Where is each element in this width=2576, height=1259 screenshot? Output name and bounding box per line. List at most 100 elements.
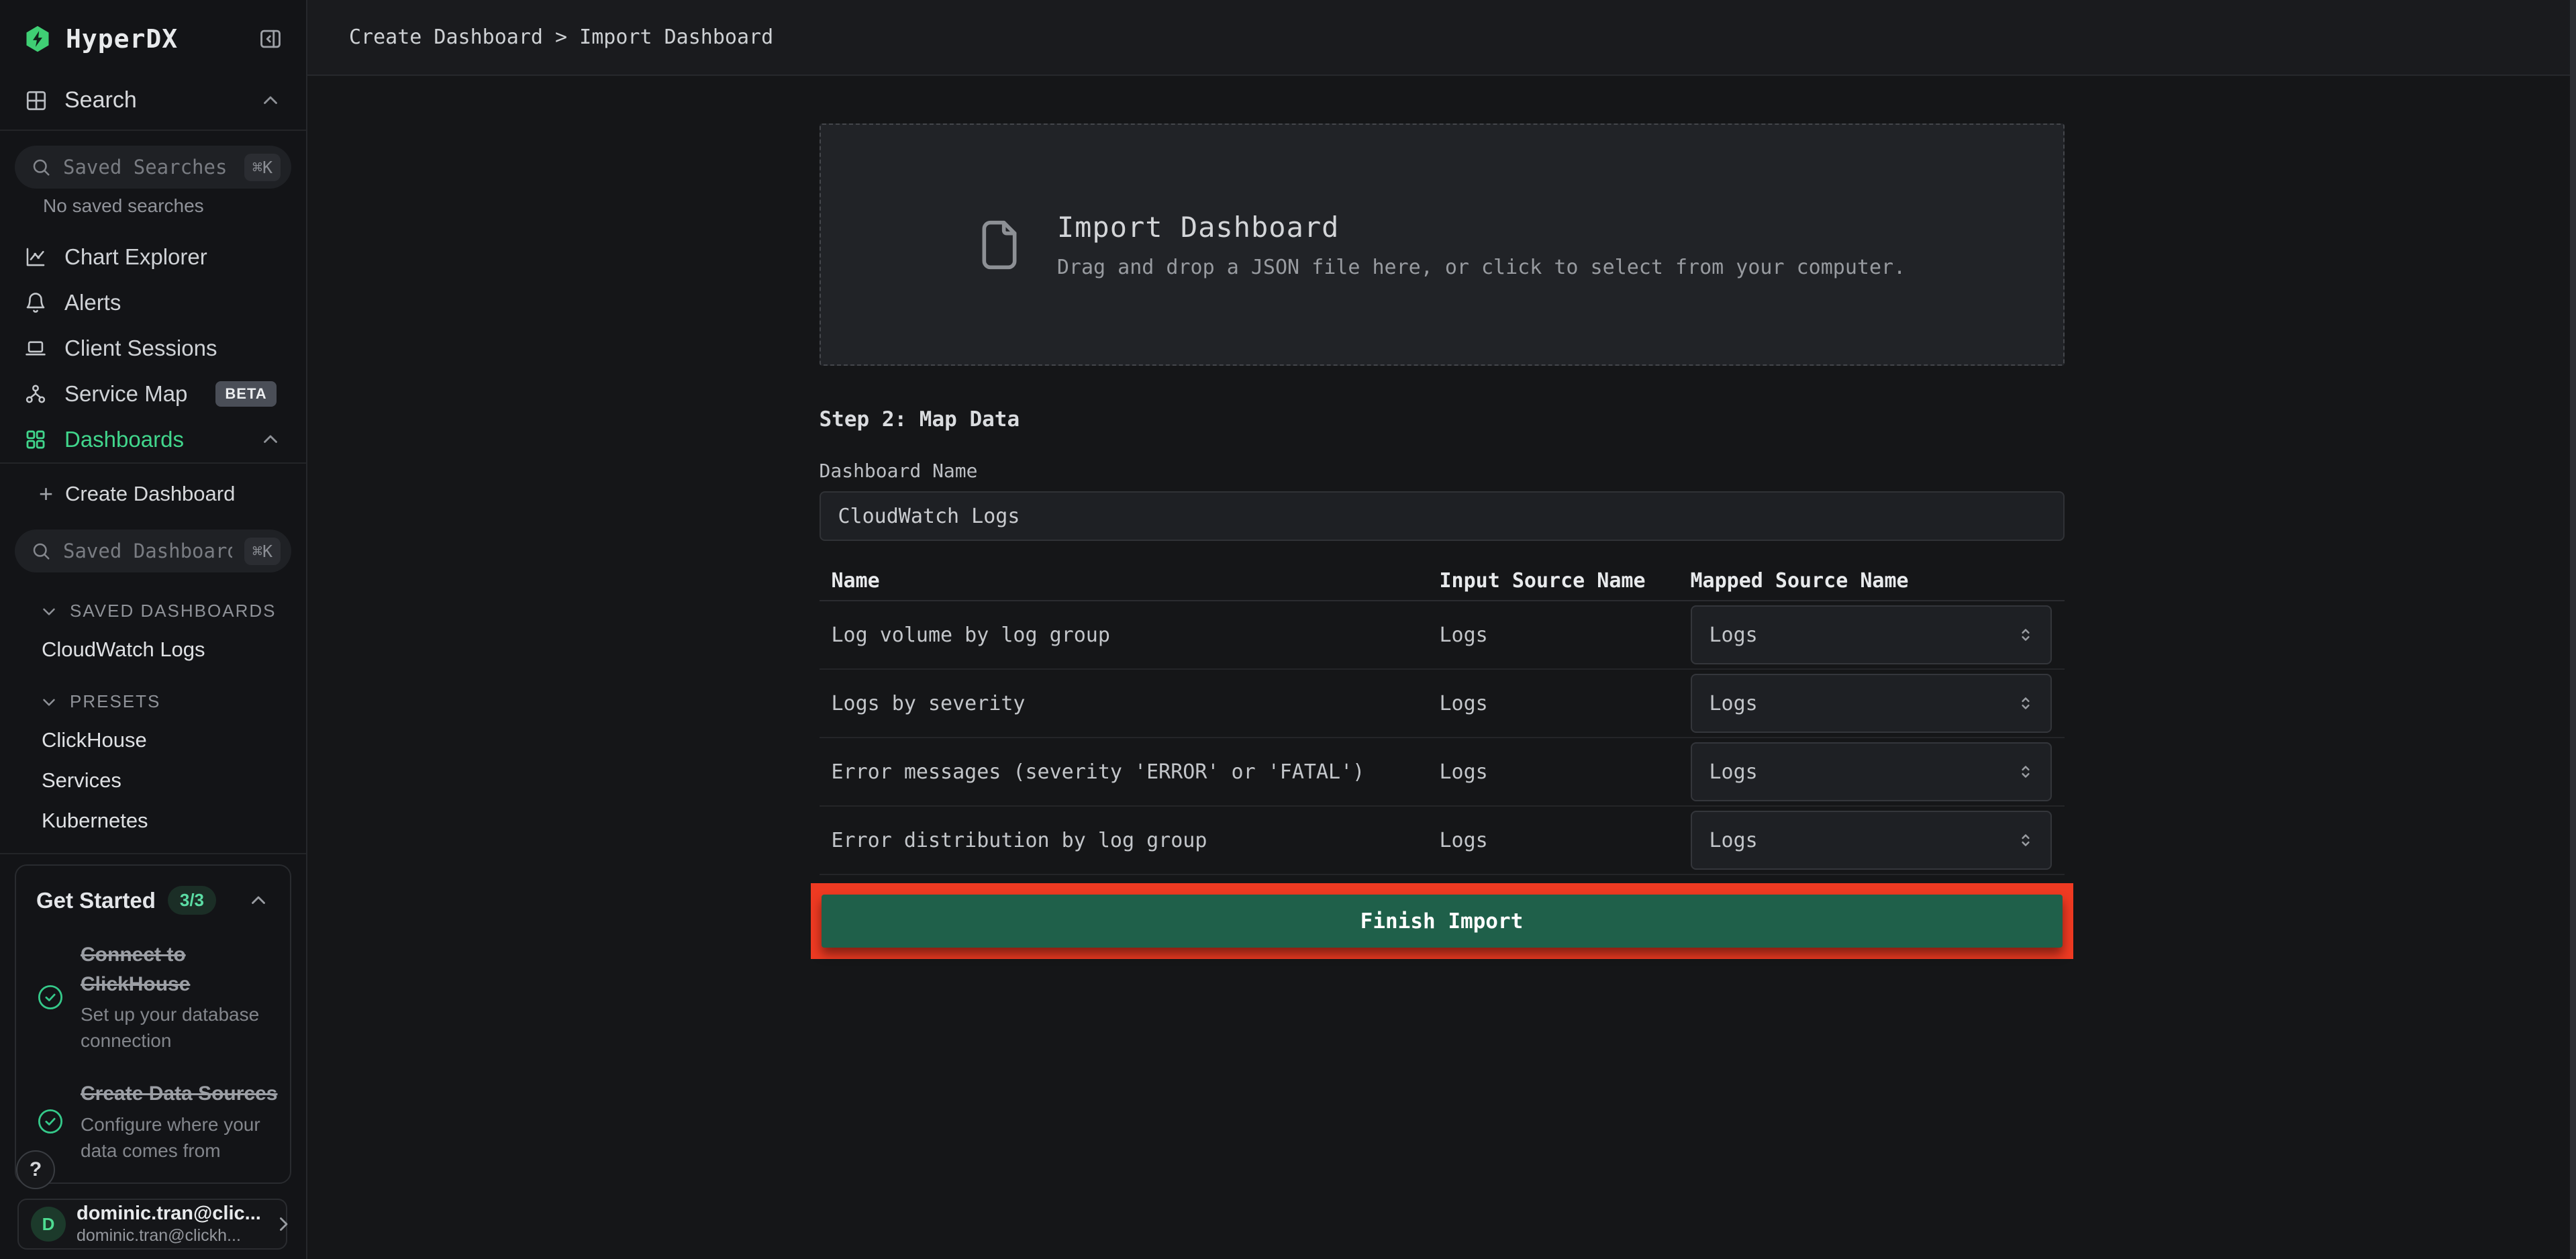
sidebar-preset-clickhouse[interactable]: ClickHouse xyxy=(0,720,306,760)
selected-value: Logs xyxy=(1710,829,1758,852)
sidebar-item-dashboards[interactable]: Dashboards xyxy=(0,417,306,462)
get-started-item-sources[interactable]: Create Data Sources Configure where your… xyxy=(36,1079,270,1164)
column-header-input-source: Input Source Name xyxy=(1440,569,1691,593)
divider xyxy=(0,130,306,131)
get-started-header[interactable]: Get Started 3/3 xyxy=(36,886,270,915)
chart-name-cell: Error distribution by log group xyxy=(820,829,1440,852)
hyperdx-logo-icon xyxy=(23,24,52,54)
chevron-down-icon xyxy=(39,692,59,712)
table-row: Error messages (severity 'ERROR' or 'FAT… xyxy=(820,738,2065,807)
mapped-source-select[interactable]: Logs xyxy=(1691,811,2052,870)
sidebar-dashboard-cloudwatch-logs[interactable]: CloudWatch Logs xyxy=(0,630,306,670)
step-desc: Configure where your data comes from xyxy=(81,1111,275,1164)
shortcut-badge: ⌘K xyxy=(244,154,281,181)
user-email: dominic.tran@clickh... xyxy=(77,1226,261,1246)
finish-import-button[interactable]: Finish Import xyxy=(822,895,2063,948)
group-label: PRESETS xyxy=(70,691,160,712)
annotation-highlight: Finish Import xyxy=(811,883,2073,959)
create-dashboard-label: Create Dashboard xyxy=(65,482,235,506)
mapped-source-select[interactable]: Logs xyxy=(1691,674,2052,733)
app-window: HyperDX Search ⌘K No saved searches xyxy=(0,0,2576,1259)
chevron-up-icon xyxy=(259,89,282,112)
create-dashboard-button[interactable]: + Create Dashboard xyxy=(0,473,306,515)
selected-value: Logs xyxy=(1710,692,1758,715)
chevron-down-icon xyxy=(39,601,59,621)
dashboard-name-label: Dashboard Name xyxy=(820,460,2065,482)
page-scrollbar[interactable] xyxy=(2570,0,2576,1259)
step-title: Create Data Sources xyxy=(81,1079,282,1109)
sidebar-item-label: Client Sessions xyxy=(64,336,217,361)
main-content: Import Dashboard Drag and drop a JSON fi… xyxy=(307,76,2576,1259)
sidebar-item-service-map[interactable]: Service Map BETA xyxy=(0,371,306,417)
table-row: Log volume by log group Logs Logs xyxy=(820,601,2065,670)
breadcrumb: Create Dashboard > Import Dashboard xyxy=(349,26,773,49)
chart-name-cell: Error messages (severity 'ERROR' or 'FAT… xyxy=(820,760,1440,784)
step-title: Connect to ClickHouse xyxy=(81,940,248,999)
sidebar: HyperDX Search ⌘K No saved searches xyxy=(0,0,307,1259)
user-name: dominic.tran@clic... xyxy=(77,1203,261,1225)
group-saved-dashboards[interactable]: SAVED DASHBOARDS xyxy=(0,579,306,630)
sidebar-item-client-sessions[interactable]: Client Sessions xyxy=(0,325,306,371)
sidebar-preset-kubernetes[interactable]: Kubernetes xyxy=(0,801,306,841)
beta-badge: BETA xyxy=(215,381,276,407)
get-started-title: Get Started xyxy=(36,888,156,913)
input-source-cell: Logs xyxy=(1440,829,1691,852)
table-header-row: Name Input Source Name Mapped Source Nam… xyxy=(820,561,2065,601)
input-source-cell: Logs xyxy=(1440,623,1691,647)
sidebar-item-alerts[interactable]: Alerts xyxy=(0,280,306,325)
sidebar-collapse-icon[interactable] xyxy=(258,26,283,52)
sidebar-section-search[interactable]: Search xyxy=(0,71,306,130)
progress-badge: 3/3 xyxy=(168,886,216,915)
chart-name-cell: Logs by severity xyxy=(820,692,1440,715)
no-saved-searches-note: No saved searches xyxy=(43,195,306,217)
saved-dashboards-field[interactable] xyxy=(63,540,232,562)
search-icon xyxy=(31,541,51,561)
user-menu[interactable]: D dominic.tran@clic... dominic.tran@clic… xyxy=(17,1199,287,1250)
selected-value: Logs xyxy=(1710,760,1758,784)
step-desc: Set up your database connection xyxy=(81,1001,275,1054)
dashboard-name-input[interactable] xyxy=(820,491,2065,541)
get-started-item-connect[interactable]: Connect to ClickHouse Set up your databa… xyxy=(36,940,270,1054)
input-source-cell: Logs xyxy=(1440,692,1691,715)
bell-icon xyxy=(24,291,47,314)
check-circle-icon xyxy=(36,1107,64,1136)
table-row: Error distribution by log group Logs Log… xyxy=(820,807,2065,875)
divider xyxy=(0,853,306,854)
get-started-card: Get Started 3/3 Connect to ClickHouse Se… xyxy=(15,864,291,1184)
mapped-source-select[interactable]: Logs xyxy=(1691,742,2052,801)
app-title: HyperDX xyxy=(66,24,178,54)
dropzone-title: Import Dashboard xyxy=(1057,211,1905,244)
search-icon xyxy=(31,157,51,177)
import-dropzone[interactable]: Import Dashboard Drag and drop a JSON fi… xyxy=(820,123,2065,366)
dropzone-caption: Drag and drop a JSON file here, or click… xyxy=(1057,256,1905,279)
sidebar-item-label: Dashboards xyxy=(64,427,184,452)
service-map-icon xyxy=(24,383,47,405)
logo-row: HyperDX xyxy=(0,0,306,71)
column-header-name: Name xyxy=(820,569,1440,593)
help-button[interactable]: ? xyxy=(16,1150,55,1189)
topbar: Create Dashboard > Import Dashboard xyxy=(307,0,2576,76)
sidebar-item-chart-explorer[interactable]: Chart Explorer xyxy=(0,234,306,280)
divider xyxy=(0,462,306,464)
sidebar-item-label: Alerts xyxy=(64,290,121,315)
table-row: Logs by severity Logs Logs xyxy=(820,670,2065,738)
group-presets[interactable]: PRESETS xyxy=(0,670,306,720)
step-2-heading: Step 2: Map Data xyxy=(820,407,2065,432)
sidebar-preset-services[interactable]: Services xyxy=(0,760,306,801)
up-down-chevrons-icon xyxy=(2016,762,2036,782)
chart-explorer-icon xyxy=(24,246,47,268)
input-source-cell: Logs xyxy=(1440,760,1691,784)
chevron-up-icon xyxy=(259,428,282,451)
up-down-chevrons-icon xyxy=(2016,830,2036,850)
file-icon xyxy=(978,217,1021,273)
saved-dashboards-input[interactable]: ⌘K xyxy=(15,530,291,572)
sidebar-item-label: Service Map xyxy=(64,381,187,407)
saved-searches-input[interactable]: ⌘K xyxy=(15,146,291,189)
saved-searches-field[interactable] xyxy=(63,156,232,179)
help-label: ? xyxy=(30,1158,42,1181)
search-section-label: Search xyxy=(64,87,137,113)
chevron-right-icon xyxy=(272,1213,295,1236)
plus-icon: + xyxy=(39,482,53,506)
mapped-source-select[interactable]: Logs xyxy=(1691,605,2052,664)
up-down-chevrons-icon xyxy=(2016,693,2036,713)
